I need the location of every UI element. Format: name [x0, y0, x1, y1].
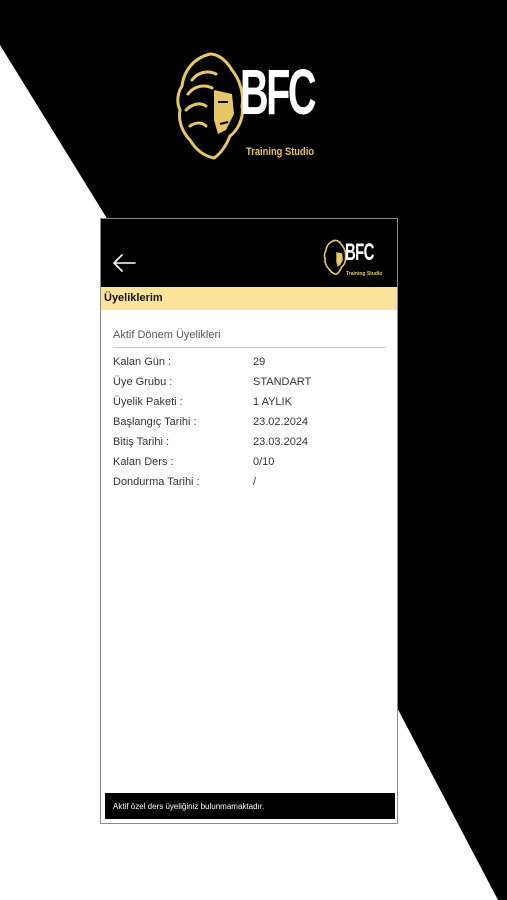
- detail-row-remaining-days: Kalan Gün : 29: [113, 353, 386, 373]
- app-header: BFC Training Studio: [101, 219, 397, 287]
- page-title-bar: Üyeliklerim: [101, 287, 397, 310]
- detail-value: 0/10: [253, 456, 275, 468]
- brand-name-small: BFC: [345, 239, 374, 266]
- detail-label: Dondurma Tarihi :: [113, 476, 200, 488]
- detail-label: Kalan Ders :: [113, 456, 174, 468]
- page-title: Üyeliklerim: [104, 292, 163, 304]
- brand-logo-large: BFC Training Studio: [174, 48, 317, 168]
- detail-label: Üye Grubu :: [113, 376, 173, 388]
- detail-value: 29: [253, 356, 266, 368]
- detail-label: Bitiş Tarihi :: [113, 436, 170, 448]
- lion-head-icon: [323, 239, 347, 275]
- detail-value: 1 AYLIK: [253, 396, 292, 408]
- detail-value: 23.03.2024: [253, 436, 309, 448]
- detail-row-end-date: Bitiş Tarihi : 23.03.2024: [113, 433, 386, 453]
- detail-value: /: [253, 476, 257, 488]
- brand-name: BFC: [240, 56, 317, 128]
- section-divider: [113, 347, 386, 348]
- detail-label: Kalan Gün :: [113, 356, 172, 368]
- detail-row-member-group: Üye Grubu : STANDART: [113, 373, 386, 393]
- section-title: Aktif Dönem Üyelikleri: [113, 329, 221, 341]
- brand-tagline-small: Training Studio: [346, 271, 383, 277]
- brand-logo-small: BFC Training Studio: [323, 237, 382, 281]
- membership-details: Kalan Gün : 29 Üye Grubu : STANDART Üyel…: [113, 353, 386, 493]
- detail-value: 23.02.2024: [253, 416, 309, 428]
- footer-message: Aktif özel ders üyeliğiniz bulunmamaktad…: [113, 802, 265, 811]
- detail-row-package: Üyelik Paketi : 1 AYLIK: [113, 393, 386, 413]
- footer-message-bar: Aktif özel ders üyeliğiniz bulunmamaktad…: [105, 793, 395, 819]
- brand-tagline: Training Studio: [246, 146, 315, 158]
- phone-screen: BFC Training Studio Üyeliklerim Aktif Dö…: [100, 218, 398, 824]
- detail-label: Başlangıç Tarihi :: [113, 416, 197, 428]
- detail-row-freeze-date: Dondurma Tarihi : /: [113, 473, 386, 493]
- detail-row-remaining-lessons: Kalan Ders : 0/10: [113, 453, 386, 473]
- detail-label: Üyelik Paketi :: [113, 396, 183, 408]
- detail-value: STANDART: [253, 376, 312, 388]
- arrow-left-icon[interactable]: [111, 253, 137, 273]
- detail-row-start-date: Başlangıç Tarihi : 23.02.2024: [113, 413, 386, 433]
- lion-head-icon: [176, 52, 244, 160]
